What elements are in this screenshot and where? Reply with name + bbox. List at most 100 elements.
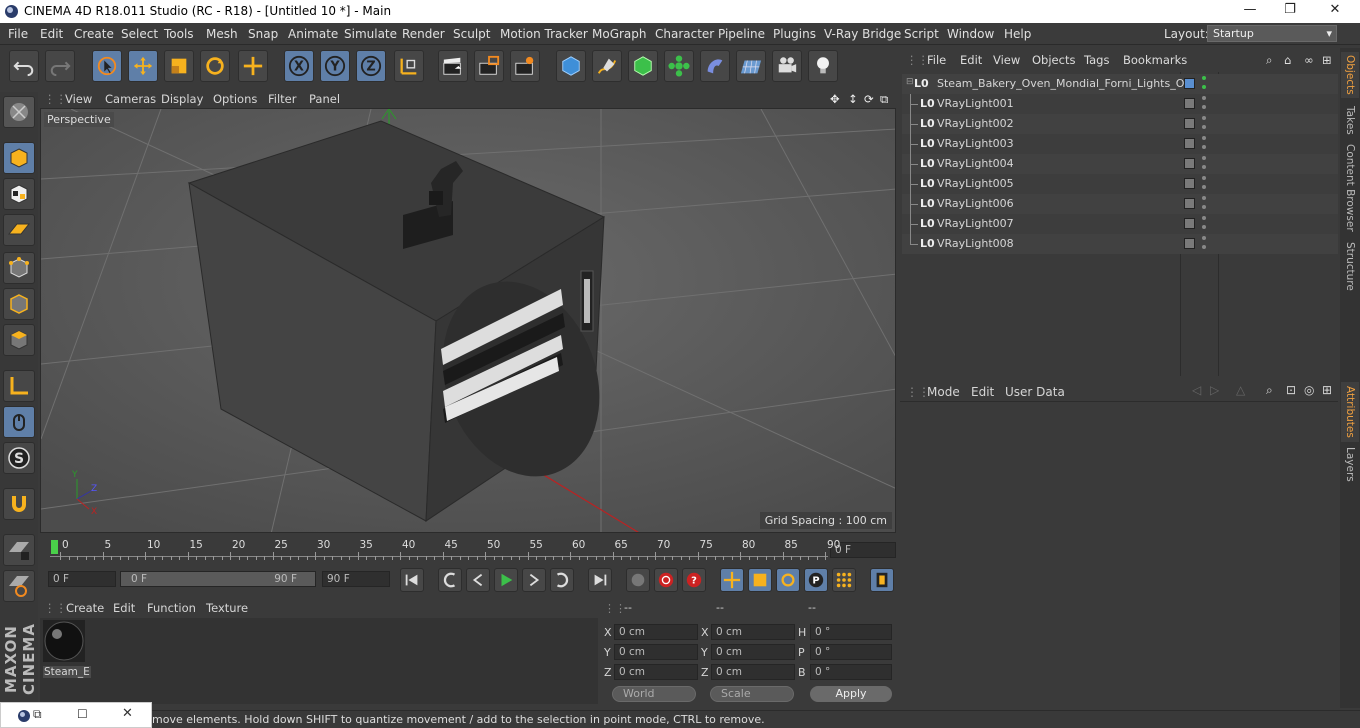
light-button[interactable] bbox=[808, 50, 838, 82]
object-name[interactable]: VRayLight001 bbox=[937, 97, 1014, 110]
light-tag-icon[interactable] bbox=[1184, 138, 1195, 149]
cloner-button[interactable] bbox=[664, 50, 694, 82]
menu-create[interactable]: Create bbox=[74, 27, 114, 41]
material-menu-edit[interactable]: Edit bbox=[113, 601, 135, 615]
tab-objects[interactable]: Objects bbox=[1341, 52, 1359, 98]
maximize-button[interactable]: ❐ bbox=[1270, 2, 1310, 20]
pan-view-icon[interactable]: ✥ bbox=[830, 92, 840, 106]
link-icon[interactable]: ∞ bbox=[1304, 53, 1314, 67]
menu-pipeline[interactable]: Pipeline bbox=[718, 27, 765, 41]
perspective-viewport[interactable]: Y Z X Perspective Grid Spacing : 100 cm bbox=[40, 108, 896, 533]
editor-visibility-dot[interactable] bbox=[1202, 196, 1206, 200]
key-pla-button[interactable] bbox=[832, 568, 856, 592]
attr-menu-mode[interactable]: Mode bbox=[927, 385, 960, 399]
play-button[interactable] bbox=[494, 568, 518, 592]
make-editable-button[interactable] bbox=[3, 96, 35, 128]
editor-visibility-dot[interactable] bbox=[1202, 216, 1206, 220]
editor-visibility-dot[interactable] bbox=[1202, 156, 1206, 160]
layout-select[interactable]: Startup ▾ bbox=[1207, 25, 1337, 42]
restore-icon[interactable]: ⧉ bbox=[33, 707, 42, 722]
search-icon[interactable]: ⌕ bbox=[1266, 53, 1272, 68]
menu-mograph[interactable]: MoGraph bbox=[592, 27, 647, 41]
light-tag-icon[interactable] bbox=[1184, 178, 1195, 189]
key-rotation-button[interactable] bbox=[776, 568, 800, 592]
attr-menu-user-data[interactable]: User Data bbox=[1005, 385, 1065, 399]
menu-file[interactable]: File bbox=[8, 27, 28, 41]
viewport-menu-cameras[interactable]: Cameras bbox=[105, 92, 156, 106]
menu-help[interactable]: Help bbox=[1004, 27, 1031, 41]
menu-script[interactable]: Script bbox=[904, 27, 939, 41]
render-region-button[interactable] bbox=[474, 50, 504, 82]
target-icon[interactable]: ◎ bbox=[1304, 383, 1314, 397]
new-panel-icon[interactable]: ⊞ bbox=[1322, 53, 1332, 67]
maximize-icon[interactable]: ☐ bbox=[77, 707, 88, 721]
menu-animate[interactable]: Animate bbox=[288, 27, 338, 41]
editor-visibility-dot[interactable] bbox=[1202, 236, 1206, 240]
taskbar-thumbnail[interactable]: ⧉ ☐ ✕ bbox=[0, 702, 152, 728]
render-visibility-dot[interactable] bbox=[1202, 245, 1206, 249]
render-view-button[interactable] bbox=[438, 50, 468, 82]
editor-visibility-dot[interactable] bbox=[1202, 176, 1206, 180]
tab-attributes[interactable]: Attributes bbox=[1341, 382, 1359, 442]
editor-visibility-dot[interactable] bbox=[1202, 116, 1206, 120]
object-name[interactable]: Steam_Bakery_Oven_Mondial_Forni_Lights_O… bbox=[937, 77, 1191, 90]
subdivision-button[interactable] bbox=[628, 50, 658, 82]
menu-mesh[interactable]: Mesh bbox=[206, 27, 238, 41]
expand-toggle-icon[interactable]: ⊟ bbox=[906, 77, 914, 87]
material-menu-create[interactable]: Create bbox=[66, 601, 104, 615]
z-axis-lock-button[interactable]: Z bbox=[356, 50, 386, 82]
workplane-lock-button[interactable] bbox=[3, 534, 35, 566]
object-row[interactable]: ⊟ L0 Steam_Bakery_Oven_Mondial_Forni_Light… bbox=[902, 74, 1338, 94]
attr-menu-edit[interactable]: Edit bbox=[971, 385, 994, 399]
close-button[interactable]: ✕ bbox=[1315, 2, 1355, 20]
object-name[interactable]: VRayLight008 bbox=[937, 237, 1014, 250]
forward-arrow-icon[interactable]: ▷ bbox=[1210, 383, 1219, 397]
menu-motion-tracker[interactable]: Motion Tracker bbox=[500, 27, 588, 41]
menu-tools[interactable]: Tools bbox=[164, 27, 194, 41]
tab-takes[interactable]: Takes bbox=[1341, 100, 1359, 140]
texture-mode-button[interactable] bbox=[3, 178, 35, 210]
position-x-field[interactable]: 0 cm bbox=[614, 624, 698, 640]
light-tag-icon[interactable] bbox=[1184, 218, 1195, 229]
size-y-field[interactable]: 0 cm bbox=[711, 644, 795, 660]
light-tag-icon[interactable] bbox=[1184, 98, 1195, 109]
menu-edit[interactable]: Edit bbox=[40, 27, 63, 41]
material-menu-function[interactable]: Function bbox=[147, 601, 196, 615]
timeline-window-button[interactable] bbox=[870, 568, 894, 592]
y-axis-lock-button[interactable]: Y bbox=[320, 50, 350, 82]
object-menu-bookmarks[interactable]: Bookmarks bbox=[1123, 53, 1187, 67]
rotate-tool-button[interactable] bbox=[200, 50, 230, 82]
playhead[interactable] bbox=[51, 540, 58, 554]
back-arrow-icon[interactable]: ◁ bbox=[1192, 383, 1201, 397]
previous-key-button[interactable] bbox=[438, 568, 462, 592]
object-menu-objects[interactable]: Objects bbox=[1032, 53, 1075, 67]
tab-layers[interactable]: Layers bbox=[1341, 444, 1359, 484]
workplane-mode-button[interactable] bbox=[3, 214, 35, 246]
floor-button[interactable] bbox=[736, 50, 766, 82]
edges-mode-button[interactable] bbox=[3, 288, 35, 320]
maximize-view-icon[interactable]: ⧉ bbox=[880, 92, 888, 107]
render-visibility-dot[interactable] bbox=[1202, 225, 1206, 229]
size-x-field[interactable]: 0 cm bbox=[711, 624, 795, 640]
menu-character[interactable]: Character bbox=[655, 27, 714, 41]
frame-range-slider[interactable]: 0 F 90 F bbox=[120, 571, 316, 587]
key-scale-button[interactable] bbox=[748, 568, 772, 592]
position-z-field[interactable]: 0 cm bbox=[614, 664, 698, 680]
object-row[interactable]: L0 VRayLight003 bbox=[902, 134, 1338, 154]
redo-button[interactable] bbox=[45, 50, 75, 82]
object-menu-edit[interactable]: Edit bbox=[960, 53, 982, 67]
key-position-button[interactable] bbox=[720, 568, 744, 592]
object-menu-file[interactable]: File bbox=[927, 53, 946, 67]
solo-mode-button[interactable]: S bbox=[3, 442, 35, 474]
object-row[interactable]: L0 VRayLight008 bbox=[902, 234, 1338, 254]
menu-plugins[interactable]: Plugins bbox=[773, 27, 816, 41]
light-tag-icon[interactable] bbox=[1184, 198, 1195, 209]
rotation-p-field[interactable]: 0 ° bbox=[810, 644, 892, 660]
up-arrow-icon[interactable]: △ bbox=[1236, 383, 1245, 397]
render-visibility-dot[interactable] bbox=[1202, 185, 1206, 189]
home-icon[interactable]: ⌂ bbox=[1284, 53, 1291, 67]
size-z-field[interactable]: 0 cm bbox=[711, 664, 795, 680]
render-visibility-dot[interactable] bbox=[1202, 105, 1206, 109]
recent-tool-button[interactable] bbox=[238, 50, 268, 82]
position-y-field[interactable]: 0 cm bbox=[614, 644, 698, 660]
